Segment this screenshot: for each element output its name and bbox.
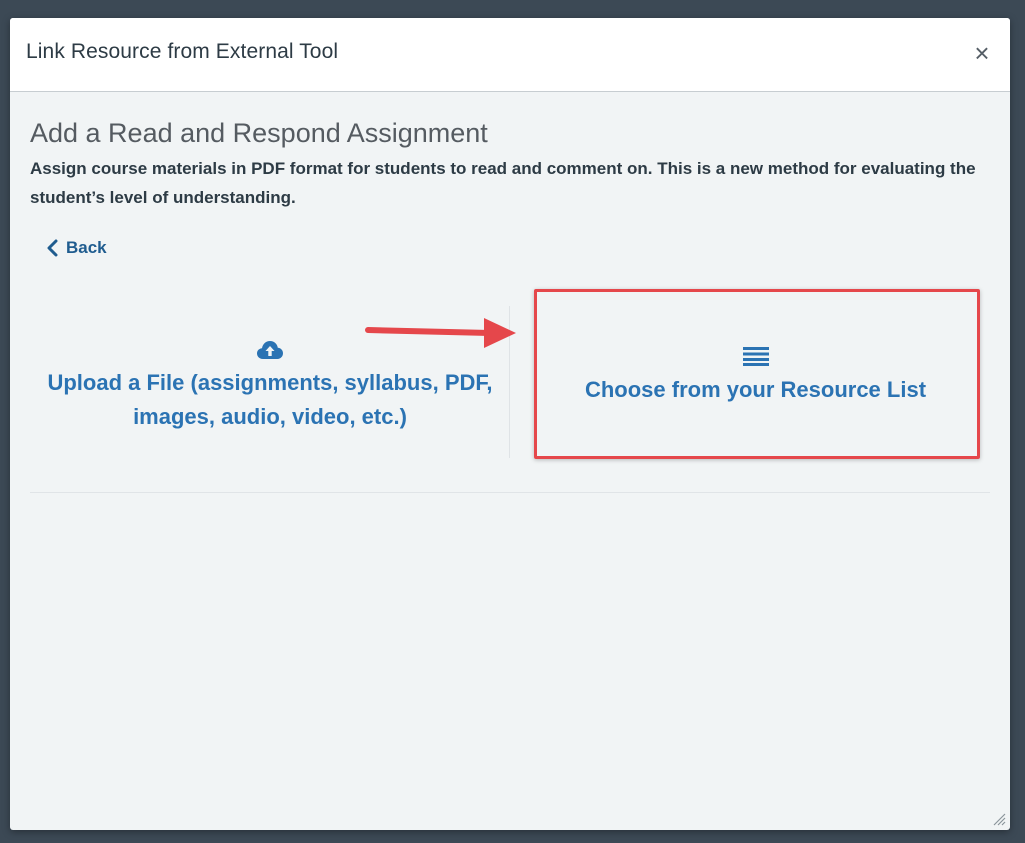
resource-list-option[interactable]: Choose from your Resource List — [535, 307, 976, 475]
section-divider — [30, 492, 990, 493]
resource-list-label: Choose from your Resource List — [584, 377, 927, 402]
list-icon — [742, 347, 769, 366]
option-divider — [509, 306, 510, 458]
page-description: Assign course materials in PDF format fo… — [30, 159, 976, 207]
page-heading: Add a Read and Respond Assignment — [30, 118, 488, 148]
chevron-left-icon — [47, 239, 58, 257]
upload-file-label-line2: images, audio, video, etc.) — [133, 404, 407, 429]
dialog-header: Link Resource from External Tool × — [10, 18, 1010, 92]
dialog-title: Link Resource from External Tool — [26, 40, 339, 63]
upload-file-option[interactable]: Upload a File (assignments, syllabus, PD… — [30, 302, 510, 454]
close-button[interactable]: × — [970, 40, 994, 66]
back-link[interactable]: Back — [46, 238, 107, 258]
upload-file-label-line1: Upload a File (assignments, syllabus, PD… — [47, 370, 493, 395]
external-tool-dialog: Link Resource from External Tool × Add a… — [10, 18, 1010, 830]
cloud-upload-icon — [257, 341, 283, 359]
resize-grip-icon[interactable] — [992, 812, 1006, 826]
dialog-body: Add a Read and Respond Assignment Assign… — [10, 92, 1010, 830]
back-label: Back — [66, 238, 107, 257]
